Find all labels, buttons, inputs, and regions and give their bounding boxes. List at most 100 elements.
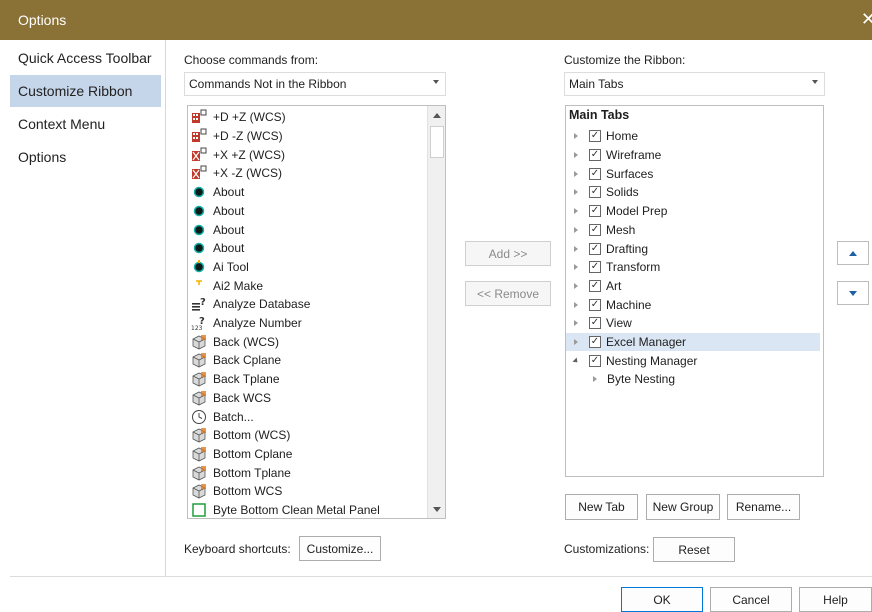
tree-item-nesting-manager[interactable]: ✓ Nesting Manager bbox=[566, 351, 820, 370]
tree-item-excel-manager[interactable]: ✓ Excel Manager bbox=[566, 332, 820, 352]
tab-checkbox[interactable]: ✓ bbox=[589, 279, 601, 292]
ok-button[interactable]: OK bbox=[621, 587, 703, 612]
expand-icon[interactable] bbox=[572, 207, 580, 215]
command-list-item[interactable]: 123? Analyze Number bbox=[188, 314, 302, 333]
tree-item-art[interactable]: ✓ Art bbox=[566, 277, 820, 296]
tab-checkbox[interactable]: ✓ bbox=[589, 130, 601, 143]
command-list-item[interactable]: About bbox=[188, 202, 244, 221]
reset-button[interactable]: Reset bbox=[653, 537, 735, 562]
scroll-down-icon[interactable] bbox=[428, 500, 445, 518]
scroll-thumb[interactable] bbox=[430, 126, 444, 158]
nav-item-quick-access-toolbar[interactable]: Quick Access Toolbar bbox=[10, 42, 161, 74]
expand-icon[interactable] bbox=[572, 245, 580, 253]
command-list-item[interactable]: Byte Bottom Clean Metal Panel bbox=[188, 501, 380, 518]
svg-text:?: ? bbox=[200, 297, 206, 308]
tab-checkbox[interactable]: ✓ bbox=[589, 336, 601, 349]
expand-icon[interactable] bbox=[572, 319, 580, 327]
command-list-item[interactable]: +X -Z (WCS) bbox=[188, 164, 282, 183]
expand-icon[interactable] bbox=[572, 188, 580, 196]
nav-item-customize-ribbon[interactable]: Customize Ribbon bbox=[10, 75, 161, 107]
nav-item-context-menu[interactable]: Context Menu bbox=[10, 108, 161, 140]
expand-icon[interactable] bbox=[572, 151, 580, 159]
tree-item-view[interactable]: ✓ View bbox=[566, 314, 820, 333]
nav-item-options[interactable]: Options bbox=[10, 141, 161, 173]
clock-icon bbox=[190, 409, 208, 425]
tree-item-solids[interactable]: ✓ Solids bbox=[566, 183, 820, 202]
tree-item-mesh[interactable]: ✓ Mesh bbox=[566, 221, 820, 240]
expand-icon[interactable] bbox=[572, 263, 580, 271]
nav-item-label: Options bbox=[18, 149, 67, 165]
command-list-item[interactable]: About bbox=[188, 183, 244, 202]
command-list-item[interactable]: Back Tplane bbox=[188, 370, 280, 389]
customize-ribbon-dropdown[interactable]: Main Tabs bbox=[564, 72, 825, 96]
tab-checkbox[interactable]: ✓ bbox=[589, 223, 601, 236]
choose-commands-dropdown[interactable]: Commands Not in the Ribbon bbox=[184, 72, 446, 96]
expand-icon[interactable] bbox=[572, 132, 580, 140]
add-button[interactable]: Add >> bbox=[465, 241, 551, 266]
command-list-item[interactable]: +X +Z (WCS) bbox=[188, 145, 285, 164]
tree-item-label: Home bbox=[606, 129, 639, 144]
command-list-item[interactable]: About bbox=[188, 239, 244, 258]
command-list-item[interactable]: Ai Tool bbox=[188, 258, 249, 277]
command-list-item[interactable]: +D -Z (WCS) bbox=[188, 127, 283, 146]
command-list-item[interactable]: Batch... bbox=[188, 407, 254, 426]
command-list-item[interactable]: Back Cplane bbox=[188, 351, 281, 370]
expand-icon[interactable] bbox=[572, 301, 580, 309]
expand-icon[interactable] bbox=[572, 282, 580, 290]
help-button[interactable]: Help bbox=[799, 587, 872, 612]
tree-item-home[interactable]: ✓ Home bbox=[566, 127, 820, 146]
ribbon-tabs-tree[interactable]: Main Tabs ✓ Home ✓ Wireframe ✓ Surfaces ✓ Solid… bbox=[565, 105, 824, 477]
command-list-item[interactable]: +D +Z (WCS) bbox=[188, 108, 286, 127]
tab-checkbox[interactable]: ✓ bbox=[589, 298, 601, 311]
close-icon[interactable]: ✕ bbox=[861, 9, 872, 30]
tree-header: Main Tabs bbox=[569, 108, 630, 122]
commands-scrollbar[interactable] bbox=[427, 106, 445, 518]
tab-checkbox[interactable]: ✓ bbox=[589, 167, 601, 180]
tree-item-surfaces[interactable]: ✓ Surfaces bbox=[566, 164, 820, 183]
tab-checkbox[interactable]: ✓ bbox=[589, 261, 601, 274]
tab-checkbox[interactable]: ✓ bbox=[589, 205, 601, 218]
command-label: +D +Z (WCS) bbox=[213, 110, 286, 125]
command-list-item[interactable]: Bottom Cplane bbox=[188, 445, 292, 464]
cancel-button[interactable]: Cancel bbox=[710, 587, 792, 612]
remove-button[interactable]: << Remove bbox=[465, 281, 551, 306]
customize-shortcuts-button[interactable]: Customize... bbox=[299, 536, 381, 561]
command-list-item[interactable]: Bottom Tplane bbox=[188, 463, 291, 482]
tab-checkbox[interactable]: ✓ bbox=[589, 317, 601, 330]
tree-item-transform[interactable]: ✓ Transform bbox=[566, 258, 820, 277]
command-list-item[interactable]: Ai2 Make bbox=[188, 276, 263, 295]
command-list-item[interactable]: Back (WCS) bbox=[188, 332, 279, 351]
tab-checkbox[interactable]: ✓ bbox=[589, 186, 601, 199]
plane-d-icon bbox=[190, 109, 208, 125]
move-down-button[interactable] bbox=[837, 281, 869, 305]
tree-item-byte-nesting[interactable]: Byte Nesting bbox=[566, 370, 820, 389]
tab-checkbox[interactable]: ✓ bbox=[589, 354, 601, 367]
expand-icon[interactable] bbox=[591, 375, 599, 383]
view-cube-icon bbox=[190, 371, 208, 387]
command-list-item[interactable]: Back WCS bbox=[188, 389, 271, 408]
new-tab-button[interactable]: New Tab bbox=[565, 494, 638, 520]
tab-checkbox[interactable]: ✓ bbox=[589, 149, 601, 162]
command-label: Byte Bottom Clean Metal Panel bbox=[213, 503, 380, 518]
scroll-up-icon[interactable] bbox=[428, 106, 445, 124]
tree-item-machine[interactable]: ✓ Machine bbox=[566, 295, 820, 314]
new-group-button[interactable]: New Group bbox=[646, 494, 720, 520]
choose-commands-label: Choose commands from: bbox=[184, 53, 319, 67]
command-list-item[interactable]: About bbox=[188, 220, 244, 239]
expand-icon[interactable] bbox=[572, 170, 580, 178]
arrow-up-icon bbox=[849, 250, 857, 256]
command-label: Bottom Tplane bbox=[213, 465, 291, 480]
tree-item-model-prep[interactable]: ✓ Model Prep bbox=[566, 202, 820, 221]
tree-item-drafting[interactable]: ✓ Drafting bbox=[566, 239, 820, 258]
expand-icon[interactable] bbox=[572, 338, 580, 346]
move-up-button[interactable] bbox=[837, 241, 869, 265]
collapse-icon[interactable] bbox=[572, 357, 580, 365]
tree-item-wireframe[interactable]: ✓ Wireframe bbox=[566, 146, 820, 165]
commands-list[interactable]: +D +Z (WCS) +D -Z (WCS) +X +Z (WCS) +X -Z (… bbox=[187, 105, 446, 519]
rename-button[interactable]: Rename... bbox=[727, 494, 800, 520]
command-list-item[interactable]: ? Analyze Database bbox=[188, 295, 310, 314]
expand-icon[interactable] bbox=[572, 226, 580, 234]
tab-checkbox[interactable]: ✓ bbox=[589, 242, 601, 255]
command-list-item[interactable]: Bottom (WCS) bbox=[188, 426, 290, 445]
command-list-item[interactable]: Bottom WCS bbox=[188, 482, 282, 501]
